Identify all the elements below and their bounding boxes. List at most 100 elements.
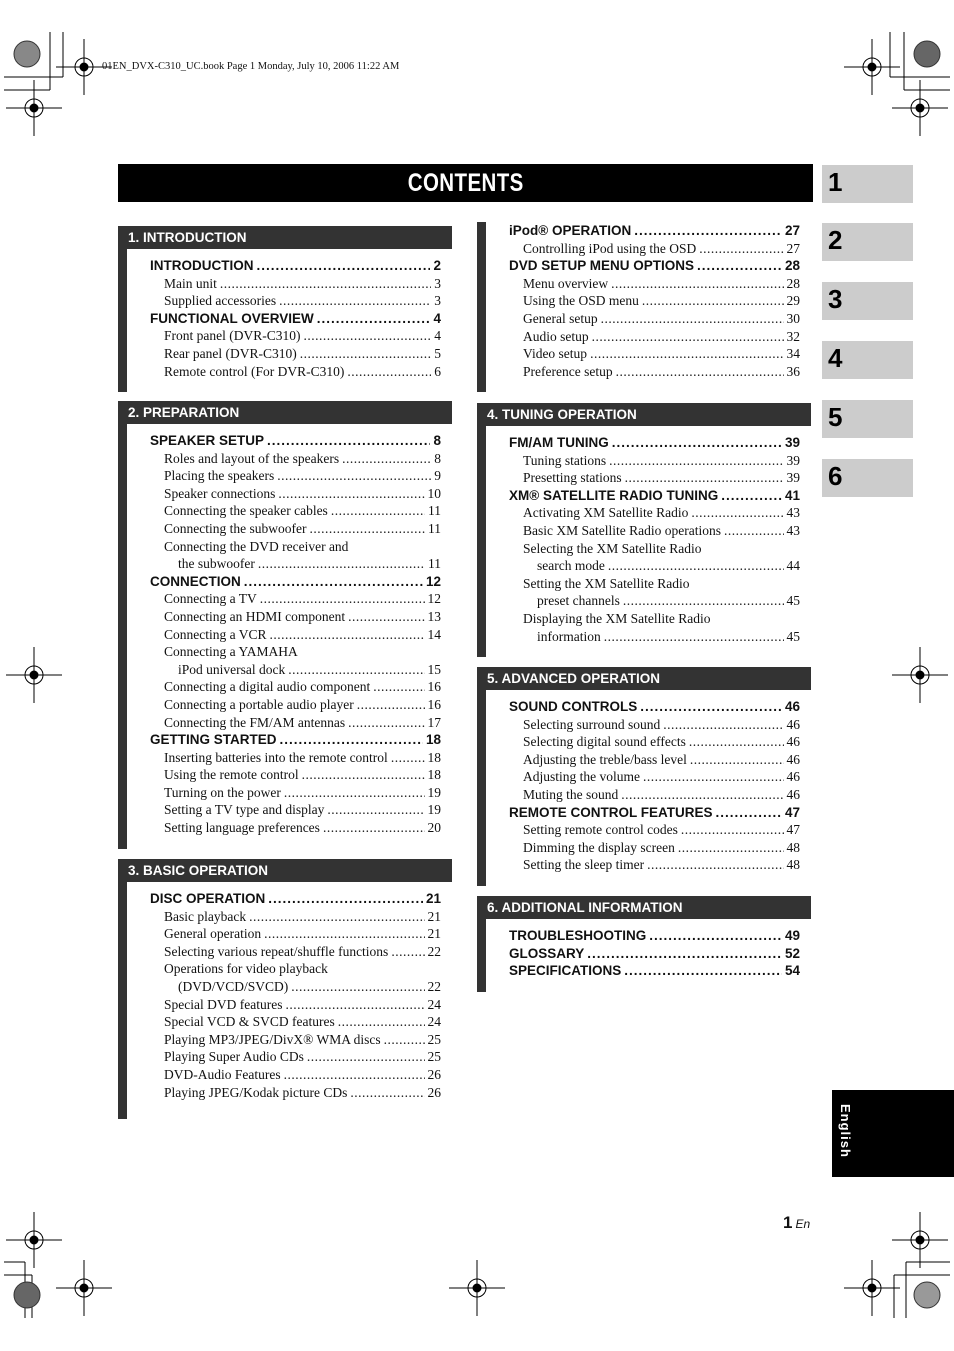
toc-entry[interactable]: (DVD/VCD/SVCD) 22 <box>150 978 441 996</box>
chapter-tab-6[interactable]: 6 <box>822 459 913 497</box>
toc-entry-label: Activating XM Satellite Radio <box>523 505 689 521</box>
toc-entry-page: 36 <box>786 363 801 379</box>
toc-entry[interactable]: the subwoofer 11 <box>150 555 441 573</box>
toc-entry[interactable]: Operations for video playback <box>150 960 441 978</box>
toc-entry-page: 13 <box>427 608 442 624</box>
toc-entry[interactable]: Using the OSD menu 29 <box>509 292 800 310</box>
toc-major-entry[interactable]: SPECIFICATIONS 54 <box>509 962 800 980</box>
dot-leader <box>280 731 423 749</box>
toc-entry[interactable]: Setting a TV type and display 19 <box>150 801 441 819</box>
chapter-tab-5[interactable]: 5 <box>822 400 913 438</box>
toc-entry[interactable]: Connecting the subwoofer 11 <box>150 520 441 538</box>
toc-entry[interactable]: Speaker connections 10 <box>150 485 441 503</box>
toc-entry[interactable]: information 45 <box>509 628 800 646</box>
toc-entry[interactable]: Setting language preferences 20 <box>150 819 441 837</box>
toc-entry[interactable]: Playing JPEG/Kodak picture CDs 26 <box>150 1084 441 1102</box>
toc-entry[interactable]: Connecting a digital audio component 16 <box>150 678 441 696</box>
chapter-tab-3[interactable]: 3 <box>822 282 913 320</box>
toc-major-entry[interactable]: REMOTE CONTROL FEATURES 47 <box>509 804 800 822</box>
toc-entry[interactable]: Playing MP3/JPEG/DivX® WMA discs 25 <box>150 1031 441 1049</box>
toc-entry-page: 4 <box>434 328 441 344</box>
toc-entry[interactable]: Presetting stations 39 <box>509 469 800 487</box>
toc-entry[interactable]: Menu overview 28 <box>509 275 800 293</box>
toc-entry[interactable]: Placing the speakers 9 <box>150 467 441 485</box>
toc-entry[interactable]: DVD-Audio Features 26 <box>150 1066 441 1084</box>
toc-major-entry[interactable]: GETTING STARTED 18 <box>150 731 441 749</box>
dot-leader <box>258 555 425 573</box>
toc-entry[interactable]: Selecting the XM Satellite Radio <box>509 540 800 558</box>
toc-entry[interactable]: Muting the sound 46 <box>509 786 800 804</box>
toc-entry[interactable]: Selecting digital sound effects 46 <box>509 733 800 751</box>
toc-entry[interactable]: Preference setup 36 <box>509 363 800 381</box>
dot-leader <box>590 345 783 363</box>
toc-major-entry[interactable]: TROUBLESHOOTING 49 <box>509 927 800 945</box>
toc-major-entry[interactable]: CONNECTION 12 <box>150 573 441 591</box>
toc-major-entry[interactable]: GLOSSARY 52 <box>509 945 800 963</box>
toc-entry-page: 24 <box>427 996 442 1012</box>
toc-entry[interactable]: Basic XM Satellite Radio operations 43 <box>509 522 800 540</box>
toc-entry[interactable]: Displaying the XM Satellite Radio <box>509 610 800 628</box>
toc-major-entry[interactable]: iPod® OPERATION 27 <box>509 222 800 240</box>
toc-major-entry[interactable]: FUNCTIONAL OVERVIEW 4 <box>150 310 441 328</box>
toc-entry[interactable]: search mode 44 <box>509 557 800 575</box>
toc-entry[interactable]: Connecting the DVD receiver and <box>150 538 441 556</box>
dot-leader <box>268 890 423 908</box>
toc-entry[interactable]: Dimming the display screen 48 <box>509 839 800 857</box>
toc-entry-label: Connecting the DVD receiver and <box>164 538 349 554</box>
toc-entry-page: 12 <box>425 573 441 589</box>
toc-entry[interactable]: Connecting a TV 12 <box>150 590 441 608</box>
toc-entry[interactable]: Inserting batteries into the remote cont… <box>150 749 441 767</box>
toc-entry[interactable]: Tuning stations 39 <box>509 452 800 470</box>
toc-entry[interactable]: Setting remote control codes 47 <box>509 821 800 839</box>
toc-entry[interactable]: Activating XM Satellite Radio 43 <box>509 504 800 522</box>
toc-major-entry[interactable]: FM/AM TUNING 39 <box>509 434 800 452</box>
toc-entry[interactable]: Special VCD & SVCD features 24 <box>150 1013 441 1031</box>
toc-entry-list: DISC OPERATION21Basic playback21General … <box>127 882 452 1101</box>
toc-major-entry[interactable]: XM® SATELLITE RADIO TUNING 41 <box>509 487 800 505</box>
toc-entry[interactable]: Connecting an HDMI component 13 <box>150 608 441 626</box>
chapter-tab-1[interactable]: 1 <box>822 165 913 203</box>
toc-major-entry[interactable]: SOUND CONTROLS 46 <box>509 698 800 716</box>
toc-entry[interactable]: Adjusting the treble/bass level 46 <box>509 751 800 769</box>
toc-entry[interactable]: Connecting the FM/AM antennas 17 <box>150 714 441 732</box>
toc-entry[interactable]: Selecting various repeat/shuffle functio… <box>150 943 441 961</box>
toc-entry[interactable]: Using the remote control 18 <box>150 766 441 784</box>
toc-entry[interactable]: Selecting surround sound 46 <box>509 716 800 734</box>
toc-entry[interactable]: Main unit 3 <box>150 275 441 293</box>
toc-entry[interactable]: Rear panel (DVR-C310) 5 <box>150 345 441 363</box>
toc-entry[interactable]: Turning on the power 19 <box>150 784 441 802</box>
toc-entry-label: Setting remote control codes <box>523 822 678 838</box>
toc-entry[interactable]: Special DVD features 24 <box>150 996 441 1014</box>
toc-entry[interactable]: Playing Super Audio CDs 25 <box>150 1048 441 1066</box>
toc-entry[interactable]: General setup 30 <box>509 310 800 328</box>
toc-entry-label: Connecting a TV <box>164 591 257 607</box>
toc-entry[interactable]: Remote control (For DVR-C310) 6 <box>150 363 441 381</box>
toc-entry[interactable]: Connecting a VCR 14 <box>150 626 441 644</box>
chapter-tab-4[interactable]: 4 <box>822 341 913 379</box>
toc-entry[interactable]: Connecting a portable audio player 16 <box>150 696 441 714</box>
toc-entry[interactable]: Adjusting the volume 46 <box>509 768 800 786</box>
toc-major-entry[interactable]: DVD SETUP MENU OPTIONS 28 <box>509 257 800 275</box>
toc-entry[interactable]: Controlling iPod using the OSD 27 <box>509 240 800 258</box>
toc-entry[interactable]: General operation 21 <box>150 925 441 943</box>
toc-entry[interactable]: Supplied accessories 3 <box>150 292 441 310</box>
toc-entry[interactable]: Connecting a YAMAHA <box>150 643 441 661</box>
toc-entry-page: 11 <box>428 556 441 572</box>
toc-entry[interactable]: Setting the sleep timer 48 <box>509 856 800 874</box>
toc-entry-label: Basic XM Satellite Radio operations <box>523 522 721 538</box>
toc-major-entry[interactable]: SPEAKER SETUP 8 <box>150 432 441 450</box>
chapter-tab-2[interactable]: 2 <box>822 223 913 261</box>
toc-major-entry[interactable]: DISC OPERATION 21 <box>150 890 441 908</box>
toc-entry[interactable]: iPod universal dock 15 <box>150 661 441 679</box>
toc-entry[interactable]: Audio setup 32 <box>509 328 800 346</box>
toc-entry[interactable]: Roles and layout of the speakers 8 <box>150 450 441 468</box>
toc-entry[interactable]: Basic playback 21 <box>150 908 441 926</box>
toc-major-entry[interactable]: INTRODUCTION 2 <box>150 257 441 275</box>
toc-entry[interactable]: Connecting the speaker cables 11 <box>150 502 441 520</box>
toc-entry[interactable]: Video setup 34 <box>509 345 800 363</box>
toc-entry[interactable]: Front panel (DVR-C310) 4 <box>150 327 441 345</box>
dot-leader <box>357 696 425 714</box>
toc-entry-label: information <box>537 628 601 644</box>
toc-entry[interactable]: preset channels 45 <box>509 592 800 610</box>
toc-entry[interactable]: Setting the XM Satellite Radio <box>509 575 800 593</box>
